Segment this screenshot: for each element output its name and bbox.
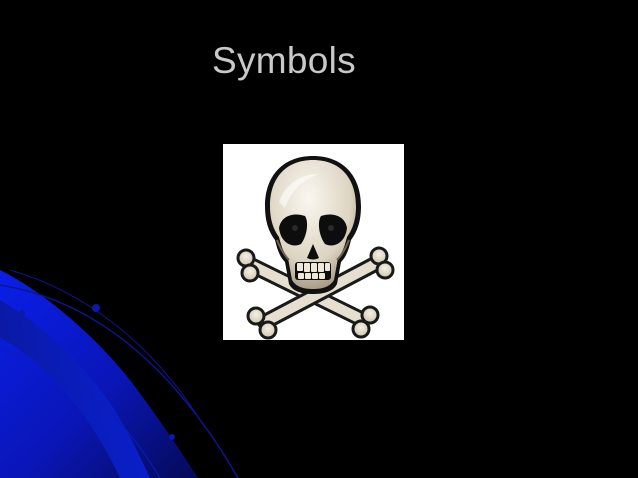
slide-title: Symbols (212, 40, 356, 81)
slide: Symbols (0, 0, 638, 478)
skull-picture (223, 144, 404, 340)
skull-and-crossbones-icon (236, 156, 395, 340)
